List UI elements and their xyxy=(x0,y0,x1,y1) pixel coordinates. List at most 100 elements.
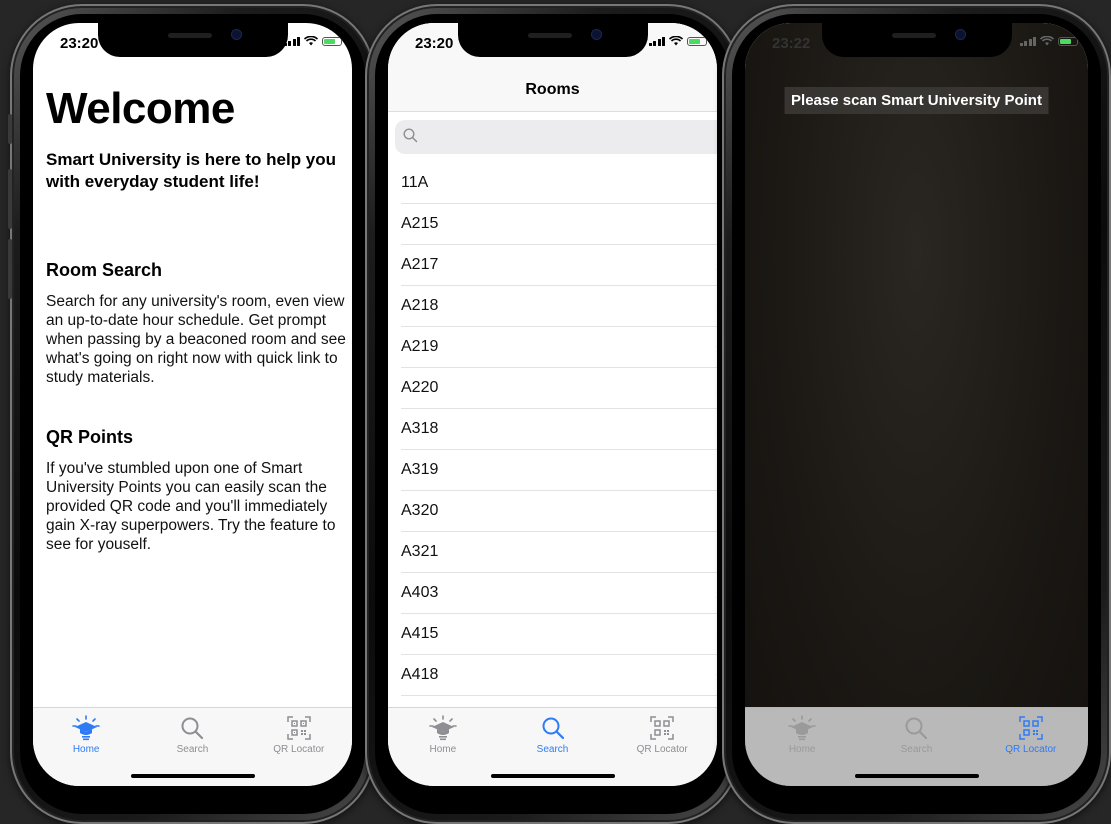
chevron-right-icon: › xyxy=(716,340,717,357)
qr-code-icon xyxy=(647,714,677,742)
room-label: A215 xyxy=(401,215,439,232)
room-row[interactable]: A403 › xyxy=(388,573,717,614)
camera-preview[interactable] xyxy=(745,23,1088,786)
signal-icon xyxy=(1019,36,1036,46)
room-row[interactable]: A418 › xyxy=(388,655,717,696)
room-row[interactable]: A218 › xyxy=(388,286,717,327)
room-label: A319 xyxy=(401,461,439,478)
tab-qr-locator[interactable]: QR Locator xyxy=(607,708,717,786)
tab-label: Search xyxy=(536,744,569,755)
phone-qr-locator: 23:22 Please scan Smart University Point… xyxy=(722,4,1111,824)
tab-home[interactable]: Home xyxy=(33,708,139,786)
battery-icon xyxy=(687,36,707,46)
room-row[interactable]: A215 › xyxy=(388,204,717,245)
tab-bar: Home Search QR Locator xyxy=(388,707,717,786)
home-indicator[interactable] xyxy=(490,774,615,778)
side-button xyxy=(8,169,12,229)
section-heading-qr-points: QR Points xyxy=(46,427,134,447)
tab-bar: Home Search QR Locator xyxy=(745,707,1088,786)
room-label: 11A xyxy=(401,174,429,191)
room-row[interactable]: A319 › xyxy=(388,450,717,491)
wifi-icon xyxy=(669,36,683,46)
wifi-icon xyxy=(304,36,318,46)
chevron-right-icon: › xyxy=(716,176,717,193)
room-label: A320 xyxy=(401,502,439,519)
qr-scanner-screen: 23:22 Please scan Smart University Point… xyxy=(745,23,1088,786)
section-body-qr-points: If you've stumbled upon one of Smart Uni… xyxy=(46,460,336,553)
page-title: Welcome xyxy=(46,84,235,133)
notch xyxy=(821,23,1012,57)
scan-prompt: Please scan Smart University Point xyxy=(784,87,1049,114)
notch xyxy=(97,23,288,57)
graduation-cap-lamp-icon xyxy=(71,714,101,742)
nav-title: Rooms xyxy=(525,81,580,98)
tab-label: Home xyxy=(429,744,457,755)
status-time: 23:22 xyxy=(772,35,811,52)
chevron-right-icon: › xyxy=(716,381,717,398)
tab-label: Search xyxy=(900,744,933,755)
section-heading-room-search: Room Search xyxy=(46,260,163,280)
graduation-cap-lamp-icon xyxy=(787,714,817,742)
home-indicator[interactable] xyxy=(130,774,255,778)
battery-icon xyxy=(322,36,342,46)
tab-home[interactable]: Home xyxy=(745,708,859,786)
room-row[interactable]: 11A › xyxy=(388,163,717,204)
chevron-right-icon: › xyxy=(716,668,717,685)
room-row[interactable]: A415 › xyxy=(388,614,717,655)
tab-qr-locator[interactable]: QR Locator xyxy=(246,708,352,786)
tab-qr-locator[interactable]: QR Locator xyxy=(974,708,1088,786)
room-row[interactable]: A219 › xyxy=(388,327,717,368)
chevron-right-icon: › xyxy=(716,422,717,439)
chevron-right-icon: › xyxy=(716,258,717,275)
chevron-right-icon: › xyxy=(716,299,717,316)
phone-home: 23:20 Welcome Smart University is here t… xyxy=(8,4,375,824)
room-row[interactable]: A321 › xyxy=(388,532,717,573)
room-label: A217 xyxy=(401,256,439,273)
tab-bar: Home Search QR Locator xyxy=(33,707,352,786)
tab-home[interactable]: Home xyxy=(388,708,498,786)
graduation-cap-lamp-icon xyxy=(428,714,458,742)
chevron-right-icon: › xyxy=(716,586,717,603)
room-label: A220 xyxy=(401,379,439,396)
room-label: A219 xyxy=(401,338,439,355)
chevron-right-icon: › xyxy=(716,463,717,480)
signal-icon xyxy=(648,36,665,46)
home-indicator[interactable] xyxy=(854,774,979,778)
phone-search: 23:20 Rooms 11A›A215›A217›A218›A219›A220… xyxy=(365,4,740,824)
chevron-right-icon: › xyxy=(716,217,717,234)
notch xyxy=(457,23,648,57)
chevron-right-icon: › xyxy=(716,504,717,521)
side-button xyxy=(8,239,12,299)
room-row[interactable]: A320 › xyxy=(388,491,717,532)
room-label: A318 xyxy=(401,420,439,437)
search-icon xyxy=(403,128,418,143)
magnifier-icon xyxy=(901,714,931,742)
status-time: 23:20 xyxy=(60,35,99,52)
row-separator xyxy=(401,695,717,696)
room-row[interactable]: A318 › xyxy=(388,409,717,450)
search-input[interactable] xyxy=(423,120,687,156)
room-label: A403 xyxy=(401,584,439,601)
tab-label: Search xyxy=(176,744,209,755)
room-label: A218 xyxy=(401,297,439,314)
wifi-icon xyxy=(1040,36,1054,46)
room-label: A321 xyxy=(401,543,439,560)
page-subtitle: Smart University is here to help you wit… xyxy=(46,150,337,191)
search-bar xyxy=(388,112,717,158)
room-row[interactable]: A217 › xyxy=(388,245,717,286)
tab-label: QR Locator xyxy=(273,744,325,755)
room-label: A418 xyxy=(401,666,439,683)
chevron-right-icon: › xyxy=(716,627,717,644)
room-row[interactable]: A220 › xyxy=(388,368,717,409)
room-label: A415 xyxy=(401,625,439,642)
tab-label: Home xyxy=(72,744,100,755)
side-button xyxy=(8,114,12,144)
section-body-room-search: Search for any university's room, even v… xyxy=(46,293,346,386)
tab-label: QR Locator xyxy=(1005,744,1057,755)
status-time: 23:20 xyxy=(415,35,454,52)
search-field[interactable] xyxy=(395,120,717,156)
qr-code-icon xyxy=(284,714,314,742)
magnifier-icon xyxy=(538,714,568,742)
home-screen: 23:20 Welcome Smart University is here t… xyxy=(33,23,352,786)
qr-code-icon xyxy=(1016,714,1046,742)
